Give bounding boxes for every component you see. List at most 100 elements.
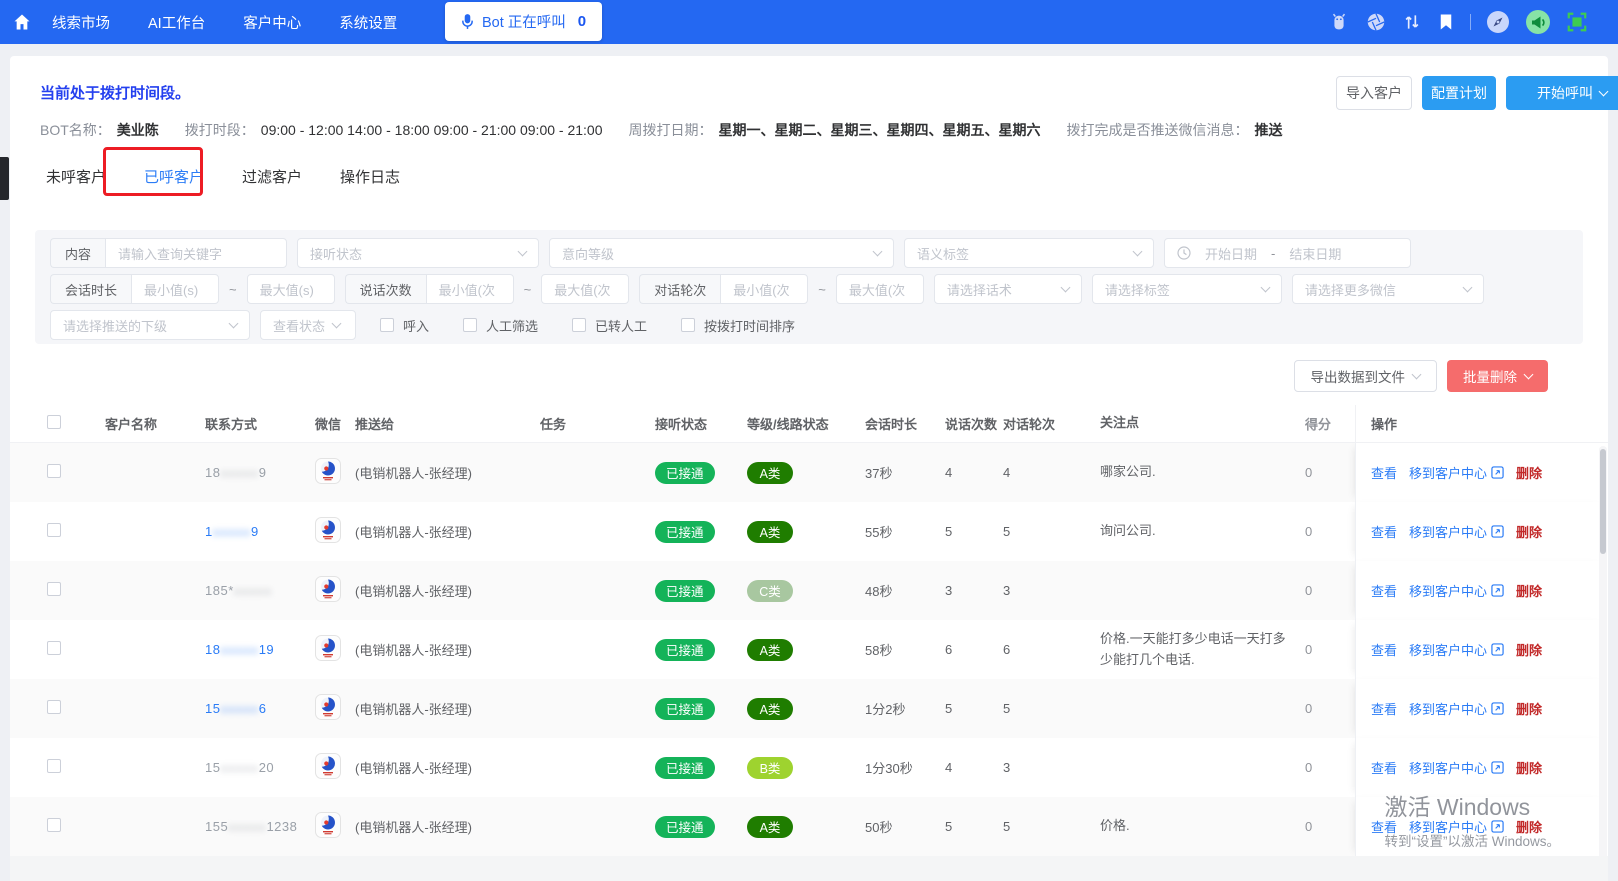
wechat-logo-icon[interactable]: [315, 576, 341, 602]
view-link[interactable]: 查看: [1371, 758, 1397, 777]
batch-delete-button[interactable]: 批量删除: [1447, 360, 1548, 392]
move-icon[interactable]: [1491, 584, 1504, 597]
aperture-icon[interactable]: [1365, 11, 1387, 33]
push-subordinate-select[interactable]: 请选择推送的下级: [50, 310, 250, 340]
content-keyword-input[interactable]: 请输入查询关键字: [105, 238, 288, 268]
view-link[interactable]: 查看: [1371, 581, 1397, 600]
wechat-logo-icon[interactable]: [315, 458, 341, 484]
compass-icon[interactable]: [1486, 10, 1510, 34]
delete-link[interactable]: 删除: [1516, 640, 1542, 659]
android-icon[interactable]: [1328, 11, 1350, 33]
tab-filtered-customers[interactable]: 过滤客户: [236, 162, 308, 191]
chevron-down-icon: [1132, 246, 1143, 257]
wechat-logo-icon[interactable]: [315, 517, 341, 543]
row-checkbox[interactable]: [47, 759, 61, 773]
tab-called-customers[interactable]: 已呼客户: [138, 162, 210, 191]
duration-cell: 1分2秒: [865, 702, 906, 717]
wechat-logo-icon[interactable]: [315, 635, 341, 661]
view-link[interactable]: 查看: [1371, 817, 1397, 836]
move-icon[interactable]: [1491, 761, 1504, 774]
view-link[interactable]: 查看: [1371, 640, 1397, 659]
date-range-picker[interactable]: 开始日期 - 结束日期: [1164, 238, 1412, 268]
tab-operation-log[interactable]: 操作日志: [334, 162, 406, 191]
bot-calling-pill[interactable]: Bot 正在呼叫 0: [445, 2, 603, 41]
filter-checkbox[interactable]: 已转人工: [572, 316, 647, 335]
speak-min-input[interactable]: 最小值(次: [425, 274, 514, 304]
delete-link[interactable]: 删除: [1516, 522, 1542, 541]
move-to-customer-center-link[interactable]: 移到客户中心: [1409, 699, 1487, 718]
sort-arrows-icon[interactable]: [1402, 12, 1422, 32]
row-checkbox[interactable]: [47, 464, 61, 478]
delete-link[interactable]: 删除: [1516, 817, 1542, 836]
view-link[interactable]: 查看: [1371, 522, 1397, 541]
move-icon[interactable]: [1491, 820, 1504, 833]
phone-number[interactable]: 18●●●●●19: [205, 642, 274, 657]
move-to-customer-center-link[interactable]: 移到客户中心: [1409, 463, 1487, 482]
move-to-customer-center-link[interactable]: 移到客户中心: [1409, 522, 1487, 541]
semantic-tag-select[interactable]: 语义标签: [904, 238, 1155, 268]
checkbox-icon[interactable]: [681, 318, 696, 332]
move-to-customer-center-link[interactable]: 移到客户中心: [1409, 758, 1487, 777]
filter-checkbox[interactable]: 按拨打时间排序: [681, 316, 795, 335]
nav-item-lead-market[interactable]: 线索市场: [52, 12, 110, 33]
nav-item-customer-center[interactable]: 客户中心: [243, 12, 301, 33]
delete-link[interactable]: 删除: [1516, 758, 1542, 777]
script-select[interactable]: 请选择话术: [933, 274, 1082, 304]
wechat-logo-icon[interactable]: [315, 753, 341, 779]
row-checkbox[interactable]: [47, 523, 61, 537]
tag-select[interactable]: 请选择标签: [1091, 274, 1282, 304]
view-link[interactable]: 查看: [1371, 463, 1397, 482]
phone-number[interactable]: 1●●●●●9: [205, 524, 259, 539]
row-checkbox[interactable]: [47, 818, 61, 832]
filter-checkbox[interactable]: 呼入: [380, 316, 429, 335]
checkbox-icon[interactable]: [572, 318, 587, 332]
delete-link[interactable]: 删除: [1516, 463, 1542, 482]
duration-max-input[interactable]: 最大值(s): [246, 274, 335, 304]
duration-min-input[interactable]: 最小值(s): [131, 274, 220, 304]
phone-number[interactable]: 185*●●●●●: [205, 583, 272, 598]
row-checkbox[interactable]: [47, 582, 61, 596]
move-icon[interactable]: [1491, 643, 1504, 656]
move-icon[interactable]: [1491, 702, 1504, 715]
view-status-select[interactable]: 查看状态: [260, 310, 356, 340]
vertical-scrollbar[interactable]: [1599, 446, 1607, 881]
delete-link[interactable]: 删除: [1516, 699, 1542, 718]
delete-link[interactable]: 删除: [1516, 581, 1542, 600]
home-icon[interactable]: [12, 12, 32, 32]
view-link[interactable]: 查看: [1371, 699, 1397, 718]
tab-uncalled-customers[interactable]: 未呼客户: [40, 162, 112, 191]
row-checkbox[interactable]: [47, 700, 61, 714]
wechat-logo-icon[interactable]: [315, 694, 341, 720]
export-data-button[interactable]: 导出数据到文件: [1293, 360, 1437, 392]
rounds-max-input[interactable]: 最大值(次: [835, 274, 924, 304]
more-wechat-select[interactable]: 请选择更多微信: [1291, 274, 1484, 304]
start-call-button[interactable]: 开始呼叫: [1506, 76, 1618, 110]
checkbox-icon[interactable]: [463, 318, 478, 332]
move-icon[interactable]: [1491, 466, 1504, 479]
import-customers-button[interactable]: 导入客户: [1336, 76, 1412, 110]
screenshot-icon[interactable]: [1566, 11, 1588, 33]
row-checkbox[interactable]: [47, 641, 61, 655]
phone-number[interactable]: 18●●●●●9: [205, 465, 266, 480]
speak-max-input[interactable]: 最大值(次: [541, 274, 630, 304]
move-to-customer-center-link[interactable]: 移到客户中心: [1409, 640, 1487, 659]
nav-item-system-settings[interactable]: 系统设置: [339, 12, 397, 33]
rounds-min-input[interactable]: 最小值(次: [720, 274, 809, 304]
configure-plan-button[interactable]: 配置计划: [1422, 76, 1496, 110]
scrollbar-thumb[interactable]: [1600, 449, 1606, 554]
checkbox-icon[interactable]: [380, 318, 394, 332]
phone-number[interactable]: 15●●●●●6: [205, 701, 266, 716]
phone-number[interactable]: 155●●●●●1238: [205, 819, 297, 834]
wechat-logo-icon[interactable]: [315, 812, 341, 838]
move-to-customer-center-link[interactable]: 移到客户中心: [1409, 581, 1487, 600]
answer-status-select[interactable]: 接听状态: [297, 238, 540, 268]
select-all-checkbox[interactable]: [47, 415, 61, 429]
bookmark-icon[interactable]: [1437, 12, 1455, 32]
intent-level-select[interactable]: 意向等级: [549, 238, 895, 268]
filter-checkbox[interactable]: 人工筛选: [463, 316, 538, 335]
phone-number[interactable]: 15●●●●●20: [205, 760, 274, 775]
move-icon[interactable]: [1491, 525, 1504, 538]
megaphone-icon[interactable]: [1525, 9, 1551, 35]
nav-item-ai-workbench[interactable]: AI工作台: [148, 12, 205, 33]
move-to-customer-center-link[interactable]: 移到客户中心: [1409, 817, 1487, 836]
